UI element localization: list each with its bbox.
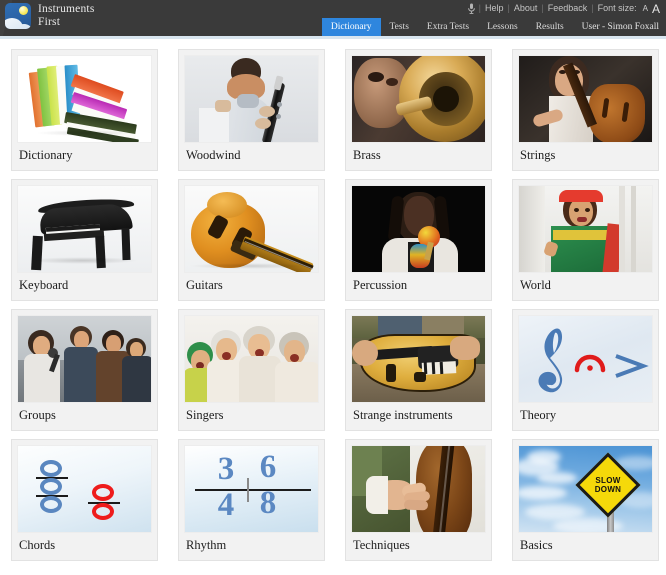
note-head-icon-red — [92, 484, 114, 501]
card-label: Woodwind — [186, 148, 241, 162]
category-card-brass[interactable]: Brass — [345, 49, 492, 171]
app-header: Instruments First | Help | About | Feedb… — [0, 0, 666, 36]
thumbnail-singers — [184, 315, 319, 403]
category-card-percussion[interactable]: Percussion — [345, 179, 492, 301]
sun-cloud-logo-icon — [5, 3, 31, 29]
thumbnail-techniques — [351, 445, 486, 533]
brand-title: Instruments First — [38, 3, 95, 29]
category-grid: Dictionary Woodwind Brass Strings Keyboa… — [0, 43, 666, 561]
thumbnail-woodwind — [184, 55, 319, 143]
feedback-link[interactable]: Feedback — [544, 3, 592, 13]
microphone-icon[interactable] — [467, 3, 476, 14]
category-card-rhythm[interactable]: 3 4 6 8 Rhythm — [178, 439, 325, 561]
category-card-strange-instruments[interactable]: Strange instruments — [345, 309, 492, 431]
tab-dictionary[interactable]: Dictionary — [321, 18, 381, 36]
card-label: Basics — [520, 538, 553, 552]
brand-line-1: Instruments — [38, 3, 95, 15]
card-label: Chords — [19, 538, 56, 552]
accent-mark-icon — [615, 354, 649, 378]
font-size-label: Font size: — [597, 3, 637, 13]
help-link[interactable]: Help — [481, 3, 508, 13]
card-label: Singers — [186, 408, 224, 422]
category-card-dictionary[interactable]: Dictionary — [11, 49, 158, 171]
thumbnail-strange-instruments — [351, 315, 486, 403]
page-body: Dictionary Woodwind Brass Strings Keyboa… — [0, 39, 666, 575]
category-card-basics[interactable]: SLOW DOWN Basics — [512, 439, 659, 561]
card-label: Rhythm — [186, 538, 227, 552]
card-label: Techniques — [353, 538, 410, 552]
font-size-large-button[interactable]: A — [650, 2, 662, 16]
tab-lessons[interactable]: Lessons — [478, 18, 527, 36]
thumbnail-rhythm: 3 4 6 8 — [184, 445, 319, 533]
note-head-icon — [40, 460, 62, 477]
category-card-techniques[interactable]: Techniques — [345, 439, 492, 561]
note-head-icon — [40, 478, 62, 495]
thumbnail-basics: SLOW DOWN — [518, 445, 653, 533]
time-signature-6: 6 — [259, 449, 277, 485]
note-head-icon-red — [92, 503, 114, 520]
card-label: Theory — [520, 408, 557, 422]
about-link[interactable]: About — [510, 3, 542, 13]
thumbnail-world — [518, 185, 653, 273]
category-card-world[interactable]: World — [512, 179, 659, 301]
tab-user-account[interactable]: User - Simon Foxall — [573, 18, 666, 36]
card-label: Guitars — [186, 278, 223, 292]
thumbnail-keyboard — [17, 185, 152, 273]
time-signature-8: 8 — [259, 485, 277, 521]
sign-line-1: SLOW — [595, 476, 621, 485]
card-label: Percussion — [353, 278, 408, 292]
tab-tests[interactable]: Tests — [381, 18, 418, 36]
note-head-icon — [40, 496, 62, 513]
category-card-woodwind[interactable]: Woodwind — [178, 49, 325, 171]
thumbnail-books — [17, 55, 152, 143]
card-label: Keyboard — [19, 278, 69, 292]
category-card-groups[interactable]: Groups — [11, 309, 158, 431]
card-label: Strings — [520, 148, 556, 162]
thumbnail-theory — [518, 315, 653, 403]
tab-results[interactable]: Results — [527, 18, 573, 36]
card-label: World — [520, 278, 551, 292]
fermata-dot-icon — [574, 354, 606, 373]
card-label: Groups — [19, 408, 56, 422]
brand-line-2: First — [38, 16, 61, 28]
thumbnail-percussion — [351, 185, 486, 273]
thumbnail-groups — [17, 315, 152, 403]
tab-extra-tests[interactable]: Extra Tests — [418, 18, 478, 36]
category-card-keyboard[interactable]: Keyboard — [11, 179, 158, 301]
card-label: Strange instruments — [353, 408, 453, 422]
font-size-small-button[interactable]: A — [641, 4, 650, 13]
thumbnail-guitar — [184, 185, 319, 273]
thumbnail-chords — [17, 445, 152, 533]
treble-clef-icon — [538, 328, 563, 393]
card-label: Dictionary — [19, 148, 73, 162]
category-card-chords[interactable]: Chords — [11, 439, 158, 561]
thumbnail-brass — [351, 55, 486, 143]
utility-bar: | Help | About | Feedback | Font size: A… — [467, 1, 662, 16]
time-signature-3: 3 — [217, 451, 235, 487]
category-card-strings[interactable]: Strings — [512, 49, 659, 171]
category-card-guitars[interactable]: Guitars — [178, 179, 325, 301]
card-label: Brass — [353, 148, 381, 162]
main-nav-tabs: Dictionary Tests Extra Tests Lessons Res… — [321, 18, 666, 36]
thumbnail-strings — [518, 55, 653, 143]
category-card-singers[interactable]: Singers — [178, 309, 325, 431]
sign-line-2: DOWN — [594, 485, 622, 494]
category-card-theory[interactable]: Theory — [512, 309, 659, 431]
brand[interactable]: Instruments First — [5, 3, 95, 29]
time-signature-4: 4 — [217, 487, 235, 523]
